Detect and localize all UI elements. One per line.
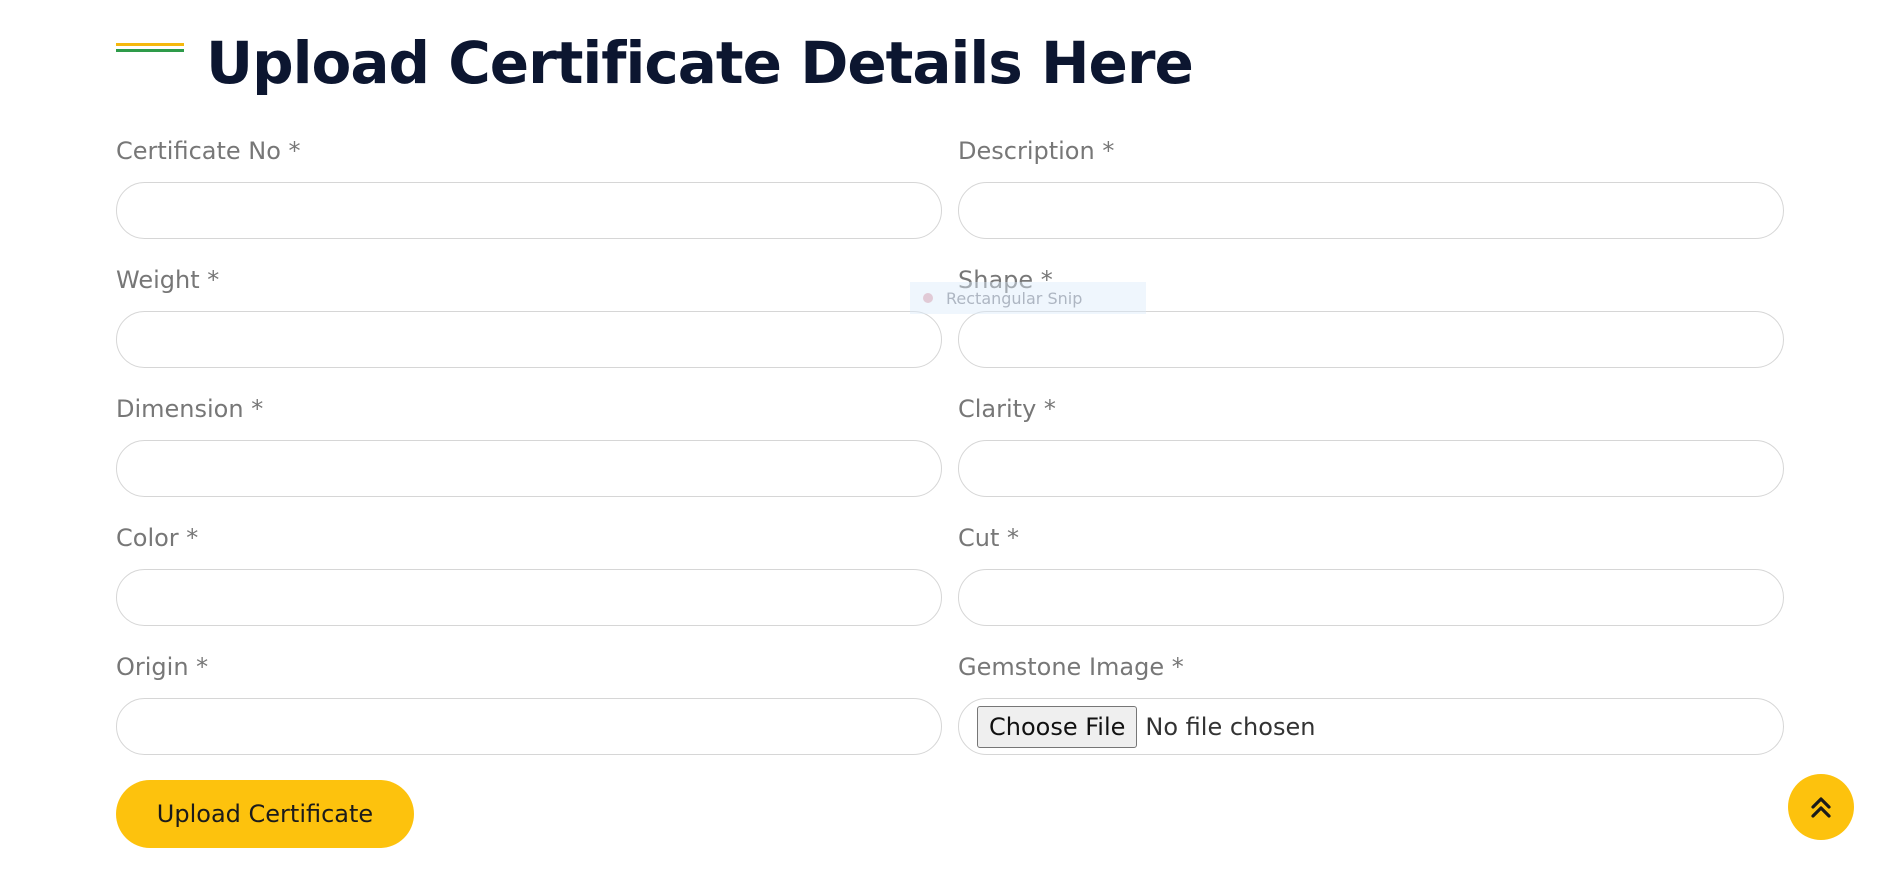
page: Upload Certificate Details Here Certific… xyxy=(0,0,1898,886)
field-shape: Shape * xyxy=(958,263,1784,392)
field-weight: Weight * xyxy=(116,263,942,392)
weight-label: Weight * xyxy=(116,266,220,294)
field-dimension: Dimension * xyxy=(116,392,942,521)
clarity-input[interactable] xyxy=(958,440,1784,497)
accent-line-green xyxy=(116,49,184,52)
dimension-label: Dimension * xyxy=(116,395,264,423)
origin-label: Origin * xyxy=(116,653,209,681)
page-title: Upload Certificate Details Here xyxy=(206,29,1194,97)
field-certificate-no: Certificate No * xyxy=(116,134,942,263)
gemstone-image-label: Gemstone Image * xyxy=(958,653,1184,681)
section-heading: Upload Certificate Details Here xyxy=(116,22,1194,104)
certificate-form: Certificate No * Description * Weight * … xyxy=(116,134,1784,779)
color-label: Color * xyxy=(116,524,199,552)
certificate-no-label: Certificate No * xyxy=(116,137,301,165)
accent-line-yellow xyxy=(116,43,184,46)
shape-label: Shape * xyxy=(958,266,1053,294)
field-gemstone-image: Gemstone Image * Choose File No file cho… xyxy=(958,650,1784,779)
field-cut: Cut * xyxy=(958,521,1784,650)
upload-certificate-button[interactable]: Upload Certificate xyxy=(116,780,414,848)
field-clarity: Clarity * xyxy=(958,392,1784,521)
shape-input[interactable] xyxy=(958,311,1784,368)
description-label: Description * xyxy=(958,137,1115,165)
description-input[interactable] xyxy=(958,182,1784,239)
file-status-text: No file chosen xyxy=(1145,712,1316,741)
choose-file-button[interactable]: Choose File xyxy=(977,705,1138,748)
field-color: Color * xyxy=(116,521,942,650)
double-chevron-up-icon xyxy=(1811,797,1831,818)
origin-input[interactable] xyxy=(116,698,942,755)
clarity-label: Clarity * xyxy=(958,395,1056,423)
weight-input[interactable] xyxy=(116,311,942,368)
cut-label: Cut * xyxy=(958,524,1020,552)
color-input[interactable] xyxy=(116,569,942,626)
field-origin: Origin * xyxy=(116,650,942,779)
gemstone-image-file-input[interactable]: Choose File No file chosen xyxy=(958,698,1784,755)
dimension-input[interactable] xyxy=(116,440,942,497)
heading-accent-lines xyxy=(116,43,184,53)
field-description: Description * xyxy=(958,134,1784,263)
scroll-to-top-button[interactable] xyxy=(1788,774,1854,840)
certificate-no-input[interactable] xyxy=(116,182,942,239)
cut-input[interactable] xyxy=(958,569,1784,626)
